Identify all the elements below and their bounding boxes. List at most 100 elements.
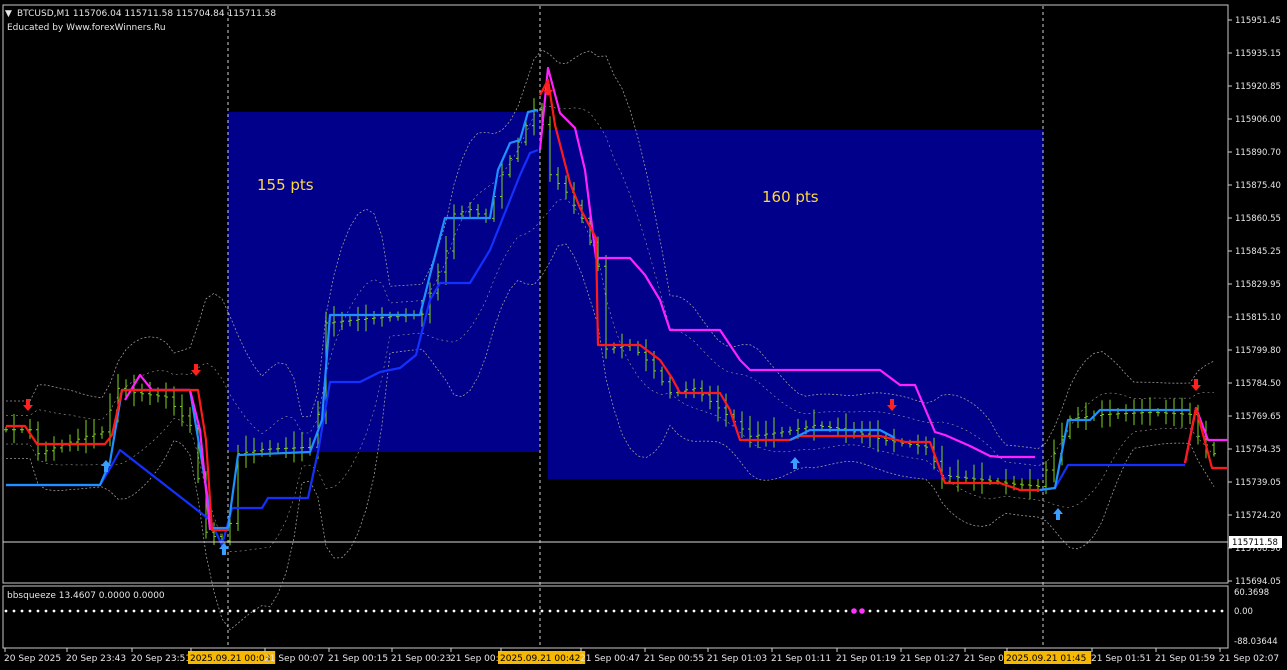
indicator-title: bbsqueeze 13.4607 0.0000 0.0000 bbox=[7, 591, 165, 601]
squeeze-dot bbox=[1092, 609, 1096, 613]
current-price-value: 115711.58 bbox=[1232, 538, 1278, 548]
squeeze-dot bbox=[916, 609, 920, 613]
squeeze-dot bbox=[1004, 609, 1008, 613]
squeeze-dot bbox=[1100, 609, 1104, 613]
price-tick-label: 115754.35 bbox=[1235, 445, 1281, 455]
squeeze-dot bbox=[100, 609, 104, 613]
squeeze-dot bbox=[1164, 609, 1168, 613]
squeeze-dot bbox=[900, 609, 904, 613]
squeeze-dot bbox=[612, 609, 616, 613]
squeeze-dot bbox=[68, 609, 72, 613]
squeeze-dot bbox=[996, 609, 1000, 613]
squeeze-dot bbox=[708, 609, 712, 613]
squeeze-dot bbox=[1212, 609, 1216, 613]
squeeze-dot bbox=[764, 609, 768, 613]
squeeze-dot bbox=[964, 609, 968, 613]
squeeze-dot bbox=[500, 609, 504, 613]
squeeze-dot bbox=[292, 609, 296, 613]
symbol-line: BTCUSD,M1 115706.04 115711.58 115704.84 … bbox=[17, 9, 276, 19]
indicator-tick-label: 60.3698 bbox=[1234, 588, 1269, 598]
squeeze-dot bbox=[796, 609, 800, 613]
menu-triangle-icon[interactable]: ▼ bbox=[5, 9, 12, 19]
squeeze-dot bbox=[564, 609, 568, 613]
price-tick-label: 115799.80 bbox=[1235, 346, 1281, 356]
squeeze-dot bbox=[1044, 609, 1048, 613]
squeeze-dot bbox=[300, 609, 304, 613]
price-tick-label: 115739.05 bbox=[1235, 478, 1281, 488]
time-tick-label: 21 Sep 01:27 bbox=[900, 654, 960, 664]
squeeze-dot bbox=[20, 609, 24, 613]
price-tick-label: 115829.95 bbox=[1235, 280, 1281, 290]
squeeze-dot bbox=[620, 609, 624, 613]
squeeze-dot bbox=[372, 609, 376, 613]
squeeze-dot bbox=[364, 609, 368, 613]
squeeze-dot bbox=[1156, 609, 1160, 613]
chart-window[interactable]: 155 pts 160 pts 115951.45 115935.15 115920.… bbox=[0, 0, 1287, 670]
squeeze-dot bbox=[548, 609, 552, 613]
squeeze-dot bbox=[1012, 609, 1016, 613]
squeeze-dot bbox=[1060, 609, 1064, 613]
squeeze-dot bbox=[684, 609, 688, 613]
price-tick-label: 115860.55 bbox=[1235, 214, 1281, 224]
squeeze-dot bbox=[1148, 609, 1152, 613]
time-tick-label: 21 Sep 00:55 bbox=[644, 654, 704, 664]
squeeze-dot bbox=[340, 609, 344, 613]
squeeze-dot bbox=[1052, 609, 1056, 613]
squeeze-dot bbox=[436, 609, 440, 613]
squeeze-dot bbox=[588, 609, 592, 613]
squeeze-dot bbox=[740, 609, 744, 613]
squeeze-dot bbox=[148, 609, 152, 613]
squeeze-dot bbox=[1172, 609, 1176, 613]
squeeze-dot bbox=[988, 609, 992, 613]
squeeze-dot bbox=[1116, 609, 1120, 613]
squeeze-dot bbox=[524, 609, 528, 613]
time-tick-label: 21 Sep 00:3 bbox=[450, 654, 504, 664]
squeeze-dot bbox=[812, 609, 816, 613]
indicator-tick-label: 0.00 bbox=[1234, 607, 1253, 617]
squeeze-dot bbox=[228, 609, 232, 613]
squeeze-dot bbox=[188, 609, 192, 613]
squeeze-dot bbox=[1204, 609, 1208, 613]
squeeze-dot bbox=[212, 609, 216, 613]
squeeze-dot bbox=[84, 609, 88, 613]
squeeze-dot bbox=[492, 609, 496, 613]
time-cursor-label: 2025.09.21 00:03 bbox=[190, 654, 270, 664]
squeeze-dot bbox=[452, 609, 456, 613]
squeeze-dot bbox=[316, 609, 320, 613]
price-tick-label: 115890.70 bbox=[1235, 148, 1281, 158]
squeeze-dot bbox=[444, 609, 448, 613]
time-tick-label: 21 Sep 01:11 bbox=[771, 654, 831, 664]
squeeze-dot bbox=[332, 609, 336, 613]
squeeze-dot bbox=[308, 609, 312, 613]
squeeze-dot bbox=[276, 609, 280, 613]
squeeze-dot bbox=[924, 609, 928, 613]
squeeze-dot bbox=[940, 609, 944, 613]
time-cursor-label: 2025.09.21 00:42 bbox=[500, 654, 580, 664]
squeeze-dot bbox=[132, 609, 136, 613]
squeeze-dot bbox=[108, 609, 112, 613]
squeeze-dot bbox=[1132, 609, 1136, 613]
squeeze-dot bbox=[1140, 609, 1144, 613]
squeeze-dot bbox=[859, 608, 865, 614]
squeeze-dot bbox=[156, 609, 160, 613]
squeeze-dot bbox=[948, 609, 952, 613]
price-tick-label: 115906.00 bbox=[1235, 115, 1281, 125]
squeeze-dot bbox=[700, 609, 704, 613]
squeeze-dot bbox=[732, 609, 736, 613]
price-tick-label: 115815.10 bbox=[1235, 313, 1281, 323]
squeeze-dot bbox=[956, 609, 960, 613]
time-tick-label: 21 Sep 01:59 bbox=[1155, 654, 1215, 664]
squeeze-dot bbox=[652, 609, 656, 613]
squeeze-dot bbox=[244, 609, 248, 613]
squeeze-dot bbox=[580, 609, 584, 613]
squeeze-dot bbox=[892, 609, 896, 613]
squeeze-dot bbox=[396, 609, 400, 613]
time-tick-label: 21 Sep 00:23 bbox=[391, 654, 451, 664]
price-tick-label: 115920.85 bbox=[1235, 82, 1281, 92]
squeeze-dot bbox=[884, 609, 888, 613]
time-tick-label: 21 Sep 00:47 bbox=[580, 654, 640, 664]
squeeze-dot bbox=[668, 609, 672, 613]
squeeze-dot bbox=[404, 609, 408, 613]
squeeze-dot bbox=[1084, 609, 1088, 613]
squeeze-dot bbox=[724, 609, 728, 613]
